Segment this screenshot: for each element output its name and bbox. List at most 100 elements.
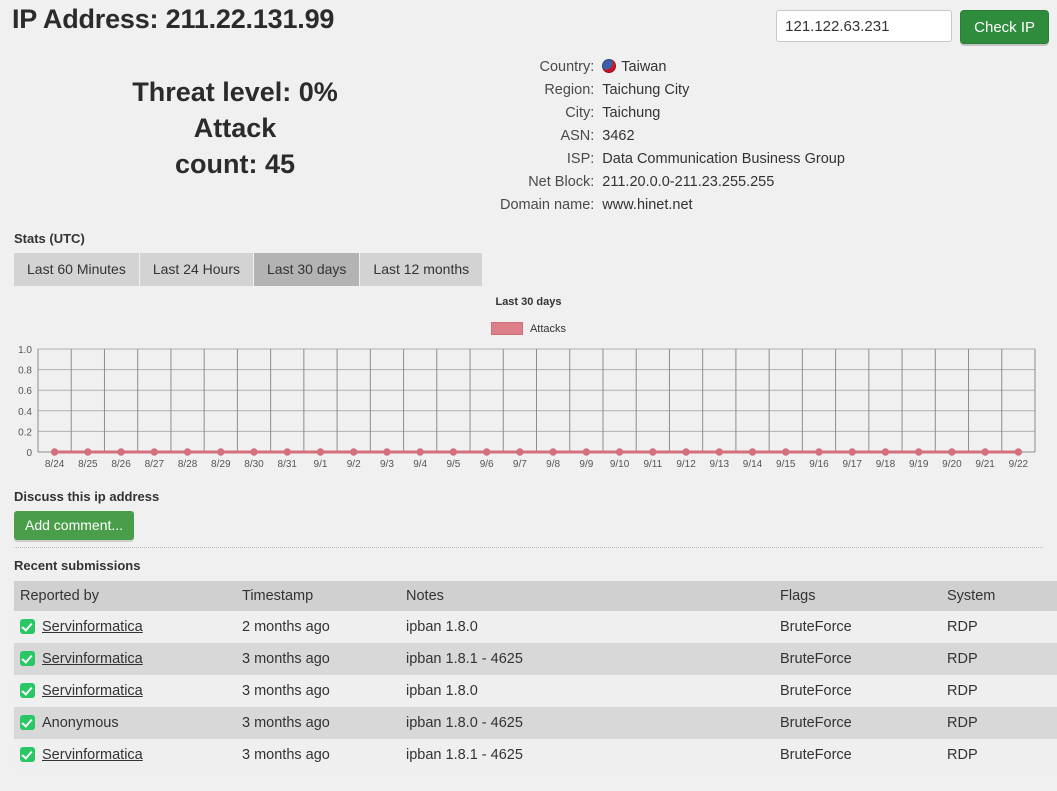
svg-text:9/3: 9/3 (380, 459, 394, 470)
geo-value-asn: 3462 (602, 128, 635, 144)
svg-text:9/1: 9/1 (314, 459, 328, 470)
svg-text:9/2: 9/2 (347, 459, 361, 470)
geo-country-text: Taiwan (621, 59, 667, 75)
table-row: Servinformatica 3 months ago ipban 1.8.1 -… (14, 739, 1057, 771)
geo-row-asn: ASN: 3462 (500, 125, 845, 148)
geo-value-country: Taiwan (602, 56, 845, 79)
svg-text:9/14: 9/14 (743, 459, 763, 470)
geo-row-city: City: Taichung (500, 102, 845, 125)
svg-text:9/13: 9/13 (710, 459, 730, 470)
geo-label-country: Country: (539, 59, 595, 75)
discuss-section: Discuss this ip address Add comment... (0, 489, 1057, 548)
svg-text:9/17: 9/17 (842, 459, 862, 470)
table-row: Anonymous 3 months ago ipban 1.8.0 - 4625 B… (14, 707, 1057, 739)
geo-value-region: Taichung City (602, 82, 690, 98)
svg-text:0: 0 (26, 448, 32, 459)
svg-text:9/6: 9/6 (480, 459, 494, 470)
cell-reported-by: Servinformatica (14, 643, 236, 675)
svg-text:9/18: 9/18 (876, 459, 896, 470)
reporter-link[interactable]: Servinformatica (42, 651, 143, 667)
check-ip-button[interactable]: Check IP (960, 10, 1049, 44)
reporter-link[interactable]: Servinformatica (42, 683, 143, 699)
cell-system: RDP (947, 651, 978, 667)
cell-notes: ipban 1.8.0 - 4625 (406, 715, 523, 731)
svg-text:9/11: 9/11 (643, 459, 662, 470)
svg-text:9/15: 9/15 (776, 459, 796, 470)
cell-flags: BruteForce (780, 651, 852, 667)
svg-text:8/31: 8/31 (278, 459, 298, 470)
cell-notes: ipban 1.8.0 (406, 683, 478, 699)
cell-timestamp: 3 months ago (242, 651, 330, 667)
cell-flags: BruteForce (780, 619, 852, 635)
tab-last-12-months[interactable]: Last 12 months (360, 253, 483, 286)
cell-flags: BruteForce (780, 715, 852, 731)
summary-section: Threat level: 0% Attack count: 45 Countr… (0, 56, 1057, 231)
page-title: IP Address: 211.22.131.99 (12, 4, 335, 34)
geo-row-region: Region: Taichung City (500, 79, 845, 102)
geo-row-domain: Domain name: www.hinet.net (500, 194, 845, 217)
svg-text:9/4: 9/4 (413, 459, 427, 470)
cell-system: RDP (947, 683, 978, 699)
cell-reported-by: Servinformatica (14, 611, 236, 643)
recent-submissions-section: Recent submissions Reported by Timestamp… (0, 558, 1057, 771)
submissions-table: Reported by Timestamp Notes Flags System… (14, 581, 1057, 771)
svg-text:9/16: 9/16 (809, 459, 829, 470)
taiwan-flag-icon (602, 59, 617, 73)
page-header: IP Address: 211.22.131.99 Check IP (0, 0, 1057, 56)
verified-check-icon (20, 651, 35, 666)
geo-row-netblock: Net Block: 211.20.0.0-211.23.255.255 (500, 171, 845, 194)
geo-label-isp: ISP: (566, 151, 595, 167)
svg-text:0.2: 0.2 (18, 427, 32, 438)
discuss-divider (14, 547, 1043, 548)
attack-count-text: count: 45 (174, 149, 295, 179)
svg-text:8/27: 8/27 (145, 459, 165, 470)
svg-text:8/29: 8/29 (211, 459, 231, 470)
svg-text:0.4: 0.4 (18, 407, 32, 418)
stats-section: Stats (UTC) Last 60 Minutes Last 24 Hour… (0, 231, 1057, 286)
cell-notes: ipban 1.8.0 (406, 619, 478, 635)
tab-last-60-minutes[interactable]: Last 60 Minutes (14, 253, 139, 286)
verified-check-icon (20, 683, 35, 698)
svg-text:9/5: 9/5 (446, 459, 460, 470)
attacks-chart: Last 30 days Attacks 0 0.2 0.4 0.6 0.8 1.0 8/2… (0, 296, 1057, 481)
svg-text:9/21: 9/21 (975, 459, 995, 470)
discuss-label: Discuss this ip address (14, 489, 160, 504)
svg-text:8/25: 8/25 (78, 459, 98, 470)
column-header-reported-by: Reported by (14, 581, 236, 611)
geo-row-isp: ISP: Data Communication Business Group (500, 148, 845, 171)
ip-search-input[interactable] (776, 10, 953, 42)
svg-text:9/19: 9/19 (909, 459, 929, 470)
svg-text:9/20: 9/20 (942, 459, 962, 470)
cell-reported-by: Servinformatica (14, 675, 236, 707)
cell-reported-by: Anonymous (14, 707, 236, 739)
svg-text:9/8: 9/8 (546, 459, 560, 470)
table-row: Servinformatica 2 months ago ipban 1.8.0 Br… (14, 611, 1057, 643)
svg-text:9/9: 9/9 (579, 459, 593, 470)
geo-row-country: Country: Taiwan (500, 56, 845, 79)
geo-label-netblock: Net Block: (528, 174, 595, 190)
chart-canvas: 0 0.2 0.4 0.6 0.8 1.0 8/24 8/25 8/26 8/27 8/28 8/29… (18, 345, 1036, 470)
column-header-flags: Flags (774, 581, 941, 611)
svg-text:9/10: 9/10 (610, 459, 630, 470)
cell-system: RDP (947, 747, 978, 763)
reporter-link[interactable]: Servinformatica (42, 619, 143, 635)
tab-last-24-hours[interactable]: Last 24 Hours (139, 253, 254, 286)
svg-text:9/22: 9/22 (1009, 459, 1029, 470)
verified-check-icon (20, 715, 35, 730)
geo-info-table: Country: Taiwan Region: Taichung City Ci… (500, 56, 845, 217)
column-header-timestamp: Timestamp (236, 581, 400, 611)
tab-last-30-days[interactable]: Last 30 days (254, 253, 360, 286)
verified-check-icon (20, 619, 35, 634)
geo-value-isp: Data Communication Business Group (602, 151, 845, 167)
svg-text:8/26: 8/26 (111, 459, 131, 470)
stats-tab-bar: Last 60 Minutes Last 24 Hours Last 30 da… (14, 253, 1057, 286)
geo-value-city: Taichung (602, 105, 661, 121)
threat-summary: Threat level: 0% Attack count: 45 (0, 74, 470, 182)
table-row: Servinformatica 3 months ago ipban 1.8.0 Br… (14, 675, 1057, 707)
add-comment-button[interactable]: Add comment... (14, 511, 135, 540)
cell-system: RDP (947, 715, 978, 731)
table-header-row: Reported by Timestamp Notes Flags System (14, 581, 1057, 611)
recent-submissions-label: Recent submissions (14, 558, 141, 573)
reporter-link[interactable]: Servinformatica (42, 747, 143, 763)
column-header-system: System (941, 581, 1057, 611)
